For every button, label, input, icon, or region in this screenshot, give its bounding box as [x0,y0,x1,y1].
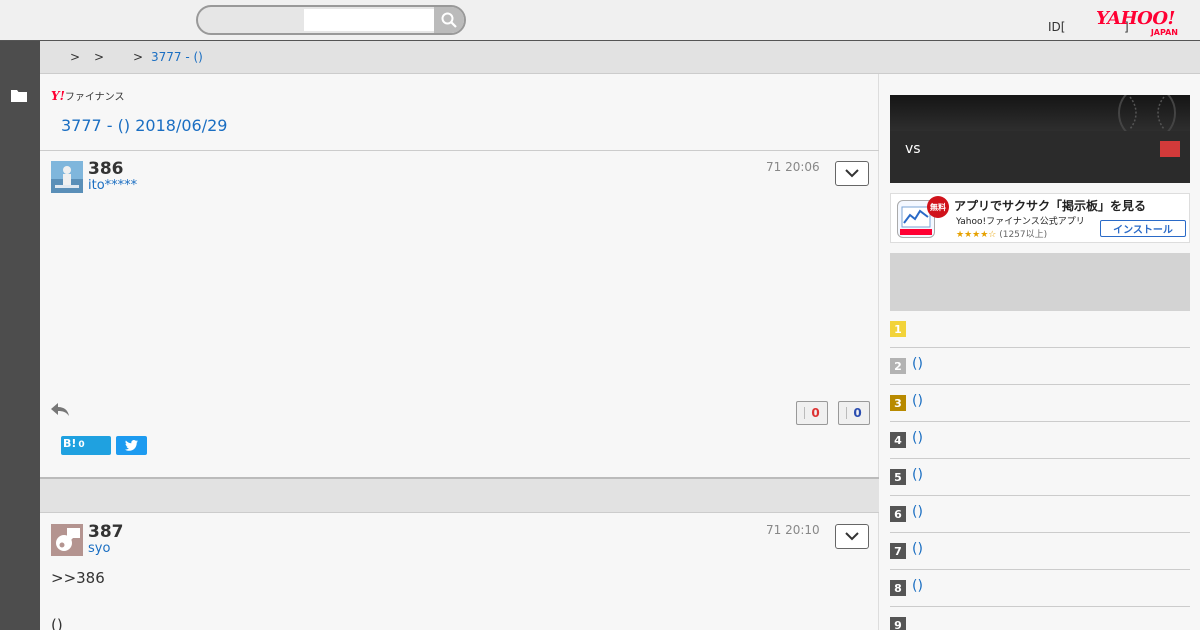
breadcrumb: > > > 3777 - () [40,41,1200,74]
baseball-icon [1118,95,1176,131]
ranking-item[interactable]: 9 [890,607,1190,630]
ad-rating: ★★★★☆ (1257以上) [956,227,1047,240]
rank-label[interactable]: () [912,430,923,446]
logo-text: YAHOO! [1096,8,1175,29]
section-separator [40,477,879,513]
user-avatar[interactable] [51,161,83,193]
rank-badge: 6 [890,506,906,522]
vote-up-count: 0 [811,406,820,420]
rank-badge: 4 [890,432,906,448]
ranking-item[interactable]: 4 () [890,422,1190,459]
rank-badge: 5 [890,469,906,485]
post-item: 387 syo 71 20:10 >>386 () [40,514,879,630]
free-badge: 無料 [927,196,949,218]
ranking-item[interactable]: 6 () [890,496,1190,533]
breadcrumb-separator: > [70,50,81,64]
rank-badge: 3 [890,395,906,411]
rank-label[interactable]: () [912,356,923,372]
hatena-bookmark-button[interactable]: B! 0 [61,436,111,455]
ad-title: アプリでサクサク「掲示板」を見る [954,199,1147,213]
search-input[interactable] [304,9,435,31]
post-username[interactable]: syo [88,541,110,556]
right-sidebar: vs 無料 アプリでサクサク「掲示板」を見る Yahoo!ファイナンス公式アプリ… [880,74,1200,630]
yahoo-japan-logo[interactable]: YAHOO! JAPAN [1096,10,1188,38]
search-button[interactable] [434,7,464,33]
hatena-count: 0 [78,440,85,450]
logo-sub: JAPAN [1150,28,1178,37]
post-body-line: >>386 [51,569,105,587]
chevron-down-icon [845,532,859,541]
rank-badge: 9 [890,617,906,630]
folder-icon[interactable] [11,89,27,102]
post-time: 71 20:06 [766,160,820,174]
ranking-item[interactable]: 2 () [890,348,1190,385]
post-username[interactable]: ito***** [88,178,137,193]
top-bar: ID[ ] YAHOO! JAPAN [0,0,1200,41]
ranking-item[interactable]: 7 () [890,533,1190,570]
reply-icon[interactable] [51,403,69,417]
yahoo-finance-logo[interactable]: Y!ファイナンス [51,88,124,103]
rank-badge: 7 [890,543,906,559]
post-item: 386 ito***** 71 20:06 0 0 B! 0 [40,151,879,477]
ranking-list: 1 2 () 3 () 4 () 5 () 6 () 7 () 8 () 9 [890,311,1190,630]
left-rail [0,41,40,630]
yf-logo-text: ファイナンス [64,92,125,103]
post-number[interactable]: 387 [88,522,124,542]
rank-badge: 2 [890,358,906,374]
game-banner[interactable]: vs [890,95,1190,183]
star-rating-icon: ★★★★☆ [956,230,997,240]
chevron-down-icon [845,169,859,178]
vote-down-button[interactable]: 0 [838,401,870,425]
banner-vs-text: vs [905,141,921,157]
rank-badge: 8 [890,580,906,596]
rank-label[interactable]: () [912,541,923,557]
user-avatar[interactable] [51,524,83,556]
hatena-label: B! [63,437,77,450]
board-title[interactable]: 3777 - () 2018/06/29 [61,116,227,135]
rank-label[interactable]: () [912,467,923,483]
ranking-item[interactable]: 3 () [890,385,1190,422]
post-time: 71 20:10 [766,523,820,537]
breadcrumb-separator: > [133,50,144,64]
breadcrumb-current[interactable]: 3777 - () [151,50,203,64]
team-flag-icon [1160,141,1180,157]
app-ad[interactable]: 無料 アプリでサクサク「掲示板」を見る Yahoo!ファイナンス公式アプリ ★★… [890,193,1190,243]
search-icon [441,12,457,28]
rank-label[interactable]: () [912,504,923,520]
post-menu-button[interactable] [835,161,869,186]
rank-badge: 1 [890,321,906,337]
ad-rating-count: (1257以上) [999,230,1048,240]
rank-label[interactable]: () [912,578,923,594]
breadcrumb-separator: > [94,50,105,64]
twitter-icon [125,440,138,451]
search-box [196,5,466,35]
twitter-share-button[interactable] [116,436,147,455]
ranking-item[interactable]: 8 () [890,570,1190,607]
post-menu-button[interactable] [835,524,869,549]
id-login-link[interactable]: ID[ [1048,20,1065,34]
ad-placeholder [890,253,1190,311]
vote-down-count: 0 [853,406,862,420]
ranking-item[interactable]: 5 () [890,459,1190,496]
ranking-item[interactable]: 1 [890,311,1190,348]
board-main: Y!ファイナンス 3777 - () 2018/06/29 386 ito***… [40,74,879,630]
yf-logo-mark: Y! [51,89,65,103]
post-number[interactable]: 386 [88,159,124,179]
post-body-line: () [51,616,63,630]
rank-label[interactable]: () [912,393,923,409]
vote-up-button[interactable]: 0 [796,401,828,425]
ad-subtitle: Yahoo!ファイナンス公式アプリ [956,217,1085,227]
banner-header [890,95,1190,131]
install-button[interactable]: インストール [1100,220,1186,237]
